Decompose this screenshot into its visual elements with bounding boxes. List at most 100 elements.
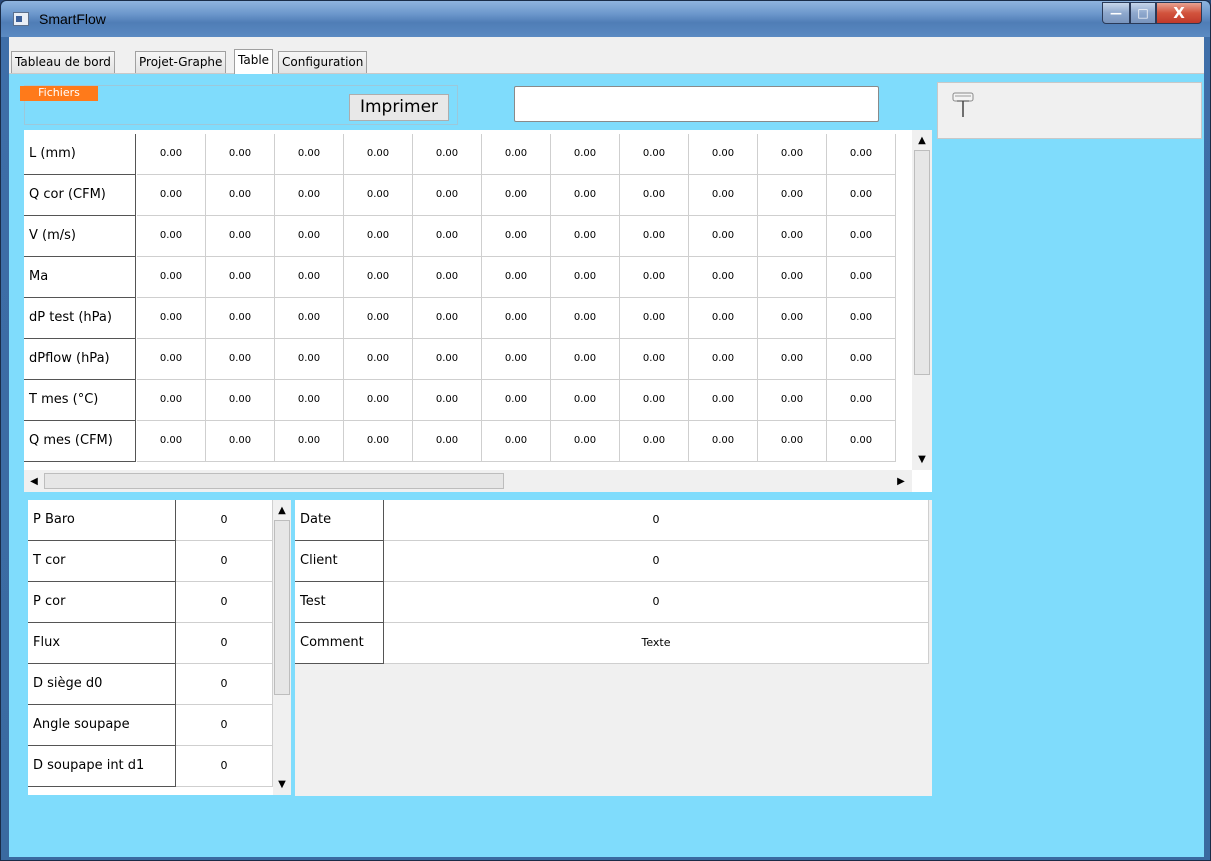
grid-cell[interactable]: 0.00	[620, 175, 689, 216]
tab-tableau-de-bord[interactable]: Tableau de bord	[11, 51, 115, 73]
grid-cell[interactable]: 0.00	[344, 257, 413, 298]
grid-cell[interactable]: 0.00	[689, 175, 758, 216]
param-value[interactable]: 0	[176, 582, 273, 623]
grid-cell[interactable]: 0.00	[206, 134, 275, 175]
grid-cell[interactable]: 0.00	[689, 339, 758, 380]
grid-cell[interactable]: 0.00	[620, 298, 689, 339]
grid-cell[interactable]: 0.00	[758, 339, 827, 380]
grid-cell[interactable]: 0.00	[827, 339, 896, 380]
grid-cell[interactable]: 0.00	[482, 298, 551, 339]
grid-cell[interactable]: 0.00	[689, 216, 758, 257]
grid-cell[interactable]: 0.00	[275, 421, 344, 462]
fichiers-button[interactable]: Fichiers	[20, 86, 98, 101]
grid-cell[interactable]: 0.00	[758, 298, 827, 339]
grid-cell[interactable]: 0.00	[827, 175, 896, 216]
scroll-left-icon[interactable]: ◀	[25, 472, 43, 490]
info-value[interactable]: 0	[384, 541, 929, 582]
grid-cell[interactable]: 0.00	[620, 339, 689, 380]
grid-cell[interactable]: 0.00	[413, 175, 482, 216]
grid-cell[interactable]: 0.00	[620, 134, 689, 175]
grid-cell[interactable]: 0.00	[827, 298, 896, 339]
grid-cell[interactable]: 0.00	[827, 257, 896, 298]
grid-cell[interactable]: 0.00	[137, 257, 206, 298]
grid-cell[interactable]: 0.00	[137, 175, 206, 216]
grid-cell[interactable]: 0.00	[827, 380, 896, 421]
scroll-up-icon[interactable]: ▲	[913, 131, 931, 149]
grid-cell[interactable]: 0.00	[413, 421, 482, 462]
grid-cell[interactable]: 0.00	[551, 216, 620, 257]
grid-cell[interactable]: 0.00	[620, 380, 689, 421]
scroll-down-icon[interactable]: ▼	[913, 450, 931, 468]
grid-cell[interactable]: 0.00	[206, 175, 275, 216]
grid-cell[interactable]: 0.00	[206, 339, 275, 380]
grid-cell[interactable]: 0.00	[551, 175, 620, 216]
grid-cell[interactable]: 0.00	[413, 380, 482, 421]
grid-cell[interactable]: 0.00	[413, 134, 482, 175]
grid-cell[interactable]: 0.00	[758, 421, 827, 462]
grid-cell[interactable]: 0.00	[758, 257, 827, 298]
grid-cell[interactable]: 0.00	[344, 380, 413, 421]
grid-cell[interactable]: 0.00	[275, 257, 344, 298]
grid-cell[interactable]: 0.00	[551, 339, 620, 380]
param-value[interactable]: 0	[176, 746, 273, 787]
grid-cell[interactable]: 0.00	[482, 421, 551, 462]
params-scroll-up-icon[interactable]: ▲	[273, 501, 291, 519]
grid-cell[interactable]: 0.00	[689, 421, 758, 462]
grid-cell[interactable]: 0.00	[482, 216, 551, 257]
grid-cell[interactable]: 0.00	[137, 380, 206, 421]
grid-cell[interactable]: 0.00	[275, 134, 344, 175]
grid-cell[interactable]: 0.00	[413, 339, 482, 380]
grid-cell[interactable]: 0.00	[482, 257, 551, 298]
grid-cell[interactable]: 0.00	[758, 216, 827, 257]
grid-cell[interactable]: 0.00	[344, 421, 413, 462]
grid-cell[interactable]: 0.00	[206, 298, 275, 339]
maximize-button[interactable]: □	[1130, 2, 1156, 24]
grid-cell[interactable]: 0.00	[275, 339, 344, 380]
grid-cell[interactable]: 0.00	[551, 298, 620, 339]
params-scroll-down-icon[interactable]: ▼	[273, 775, 291, 793]
grid-cell[interactable]: 0.00	[137, 298, 206, 339]
print-button[interactable]: Imprimer	[349, 94, 449, 121]
grid-cell[interactable]: 0.00	[413, 216, 482, 257]
grid-cell[interactable]: 0.00	[758, 134, 827, 175]
pin-icon[interactable]	[952, 91, 974, 121]
param-value[interactable]: 0	[176, 705, 273, 746]
grid-cell[interactable]: 0.00	[482, 339, 551, 380]
grid-cell[interactable]: 0.00	[689, 134, 758, 175]
minimize-button[interactable]: —	[1102, 2, 1130, 24]
info-value[interactable]: Texte	[384, 623, 929, 664]
grid-cell[interactable]: 0.00	[275, 380, 344, 421]
grid-cell[interactable]: 0.00	[275, 175, 344, 216]
info-value[interactable]: 0	[384, 500, 929, 541]
grid-cell[interactable]: 0.00	[482, 175, 551, 216]
grid-cell[interactable]: 0.00	[551, 380, 620, 421]
grid-cell[interactable]: 0.00	[689, 298, 758, 339]
grid-cell[interactable]: 0.00	[344, 298, 413, 339]
grid-horizontal-scrollbar[interactable]: ◀ ▶	[24, 470, 912, 492]
grid-cell[interactable]: 0.00	[827, 134, 896, 175]
grid-cell[interactable]: 0.00	[413, 257, 482, 298]
grid-vertical-scrollbar[interactable]: ▲ ▼	[912, 130, 932, 470]
params-vertical-scrollbar[interactable]: ▲ ▼	[273, 500, 291, 795]
tab-table[interactable]: Table	[234, 49, 274, 74]
grid-cell[interactable]: 0.00	[758, 175, 827, 216]
param-value[interactable]: 0	[176, 541, 273, 582]
grid-cell[interactable]: 0.00	[551, 134, 620, 175]
grid-cell[interactable]: 0.00	[137, 216, 206, 257]
grid-cell[interactable]: 0.00	[206, 421, 275, 462]
title-bar[interactable]: SmartFlow — □ X	[1, 1, 1210, 37]
grid-cell[interactable]: 0.00	[413, 298, 482, 339]
grid-cell[interactable]: 0.00	[137, 134, 206, 175]
grid-cell[interactable]: 0.00	[344, 175, 413, 216]
grid-cell[interactable]: 0.00	[758, 380, 827, 421]
text-input[interactable]	[514, 86, 879, 122]
param-value[interactable]: 0	[176, 500, 273, 541]
grid-cell[interactable]: 0.00	[344, 339, 413, 380]
scroll-right-icon[interactable]: ▶	[892, 472, 910, 490]
grid-cell[interactable]: 0.00	[689, 257, 758, 298]
grid-cell[interactable]: 0.00	[275, 298, 344, 339]
grid-cell[interactable]: 0.00	[551, 257, 620, 298]
grid-cell[interactable]: 0.00	[275, 216, 344, 257]
close-button[interactable]: X	[1156, 2, 1202, 24]
grid-vertical-scroll-thumb[interactable]	[914, 150, 930, 375]
